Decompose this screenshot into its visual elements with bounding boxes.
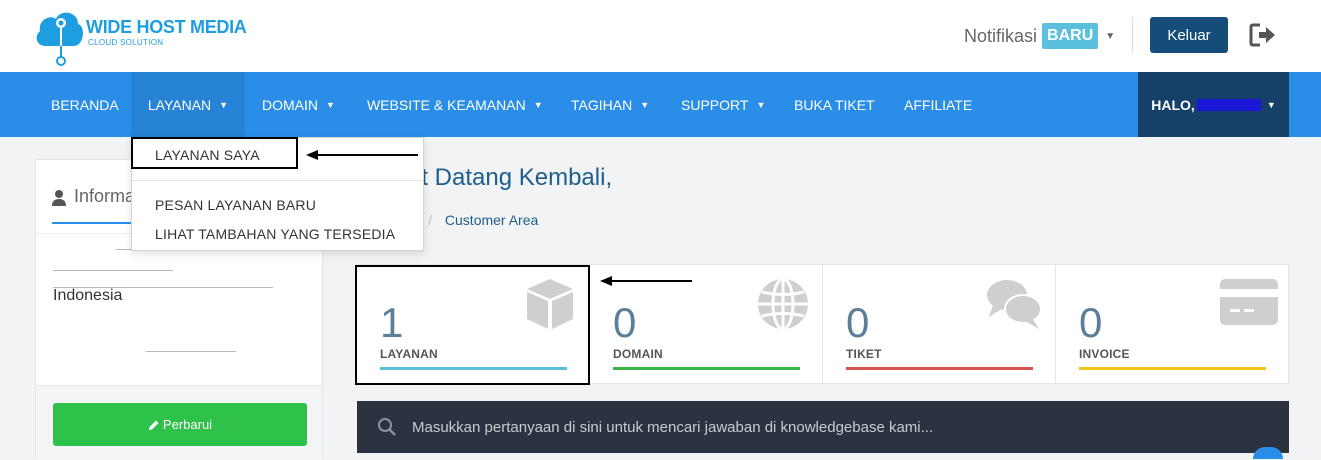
update-button-label: Perbarui bbox=[162, 417, 213, 432]
stat-label: INVOICE bbox=[1079, 347, 1130, 361]
dropdown-divider bbox=[132, 180, 423, 181]
highlight-box-layanan bbox=[355, 265, 590, 385]
highlight-box-layanan-saya bbox=[131, 137, 298, 169]
redacted-username bbox=[1196, 98, 1261, 111]
stat-bar bbox=[613, 367, 800, 370]
blurred-text bbox=[146, 351, 236, 352]
notification-badge: BARU bbox=[1042, 23, 1099, 49]
logo-icon bbox=[36, 12, 83, 66]
annotation-arrow bbox=[306, 150, 418, 160]
user-greeting: HALO, bbox=[1151, 96, 1195, 113]
stat-tile-invoice[interactable]: 0 INVOICE bbox=[1056, 265, 1289, 383]
stat-label: TIKET bbox=[846, 347, 882, 361]
logo[interactable]: WIDE HOST MEDIA CLOUD SOLUTION bbox=[34, 6, 264, 68]
nav-item-tagihan[interactable]: TAGIHAN ▼ bbox=[571, 72, 649, 137]
breadcrumb-current: Customer Area bbox=[444, 212, 539, 228]
dropdown-item-pesan-layanan-baru[interactable]: PESAN LAYANAN BARU bbox=[155, 197, 316, 213]
main-navbar: BERANDA LAYANAN ▼ DOMAIN ▼ WEBSITE & KEA… bbox=[0, 72, 1321, 137]
pencil-icon bbox=[148, 420, 159, 430]
nav-item-beranda[interactable]: BERANDA bbox=[51, 72, 119, 137]
knowledgebase-search bbox=[357, 401, 1289, 453]
caret-down-icon: ▼ bbox=[533, 99, 543, 110]
nav-label: WEBSITE & KEAMANAN bbox=[367, 96, 526, 113]
user-menu[interactable]: HALO, ▼ bbox=[1138, 72, 1289, 137]
heading-underline bbox=[52, 222, 132, 224]
sign-out-icon[interactable] bbox=[1249, 22, 1277, 48]
nav-label: TAGIHAN bbox=[571, 96, 633, 113]
nav-label: AFFILIATE bbox=[904, 96, 973, 113]
top-bar: WIDE HOST MEDIA CLOUD SOLUTION Notifikas… bbox=[0, 0, 1321, 72]
caret-down-icon: ▼ bbox=[1266, 99, 1276, 110]
stat-value: 0 bbox=[846, 299, 870, 346]
notification-menu[interactable]: Notifikasi BARU ▼ bbox=[964, 22, 1115, 50]
nav-item-affiliate[interactable]: AFFILIATE bbox=[904, 72, 972, 137]
search-input[interactable] bbox=[412, 401, 1272, 453]
client-details bbox=[36, 233, 322, 385]
stat-label: DOMAIN bbox=[613, 347, 663, 361]
search-icon bbox=[378, 418, 396, 436]
dropdown-item-lihat-tambahan[interactable]: LIHAT TAMBAHAN YANG TERSEDIA bbox=[155, 226, 395, 242]
nav-label: LAYANAN bbox=[147, 96, 212, 113]
caret-down-icon: ▼ bbox=[640, 99, 650, 110]
nav-label: BUKA TIKET bbox=[794, 96, 875, 113]
caret-down-icon: ▼ bbox=[1105, 30, 1116, 42]
comments-icon bbox=[987, 280, 1042, 329]
stat-value: 0 bbox=[1079, 299, 1103, 346]
header-divider bbox=[1132, 17, 1133, 53]
panel-title: Informa bbox=[74, 186, 136, 206]
caret-down-icon: ▼ bbox=[756, 99, 766, 110]
update-button[interactable]: Perbarui bbox=[53, 403, 307, 446]
nav-label: BERANDA bbox=[51, 96, 119, 113]
notification-label: Notifikasi bbox=[964, 25, 1038, 46]
nav-item-website-keamanan[interactable]: WEBSITE & KEAMANAN ▼ bbox=[367, 72, 543, 137]
logo-title: WIDE HOST MEDIA bbox=[86, 17, 247, 37]
globe-icon bbox=[758, 277, 808, 331]
user-icon bbox=[52, 190, 66, 206]
breadcrumb-separator: / bbox=[428, 212, 433, 228]
client-country: Indonesia bbox=[53, 287, 123, 304]
nav-label: SUPPORT bbox=[681, 96, 749, 113]
blurred-text bbox=[53, 270, 173, 271]
stat-tile-tiket[interactable]: 0 TIKET bbox=[823, 265, 1056, 383]
logout-button[interactable]: Keluar bbox=[1150, 17, 1228, 53]
stat-bar bbox=[846, 367, 1033, 370]
caret-down-icon: ▼ bbox=[326, 99, 335, 110]
logo-subtitle: CLOUD SOLUTION bbox=[88, 38, 164, 47]
chat-widget[interactable] bbox=[1253, 447, 1283, 459]
panel-footer: Perbarui bbox=[36, 385, 322, 460]
nav-item-layanan[interactable]: LAYANAN ▼ bbox=[131, 72, 245, 137]
nav-label: DOMAIN bbox=[262, 96, 318, 113]
annotation-arrow bbox=[600, 276, 692, 286]
nav-item-support[interactable]: SUPPORT ▼ bbox=[681, 72, 765, 137]
nav-item-domain[interactable]: DOMAIN ▼ bbox=[262, 72, 335, 137]
stat-bar bbox=[1079, 367, 1266, 370]
credit-card-icon bbox=[1220, 279, 1278, 325]
nav-item-buka-tiket[interactable]: BUKA TIKET bbox=[794, 72, 875, 137]
stat-value: 0 bbox=[613, 299, 637, 346]
caret-down-icon: ▼ bbox=[219, 99, 229, 110]
